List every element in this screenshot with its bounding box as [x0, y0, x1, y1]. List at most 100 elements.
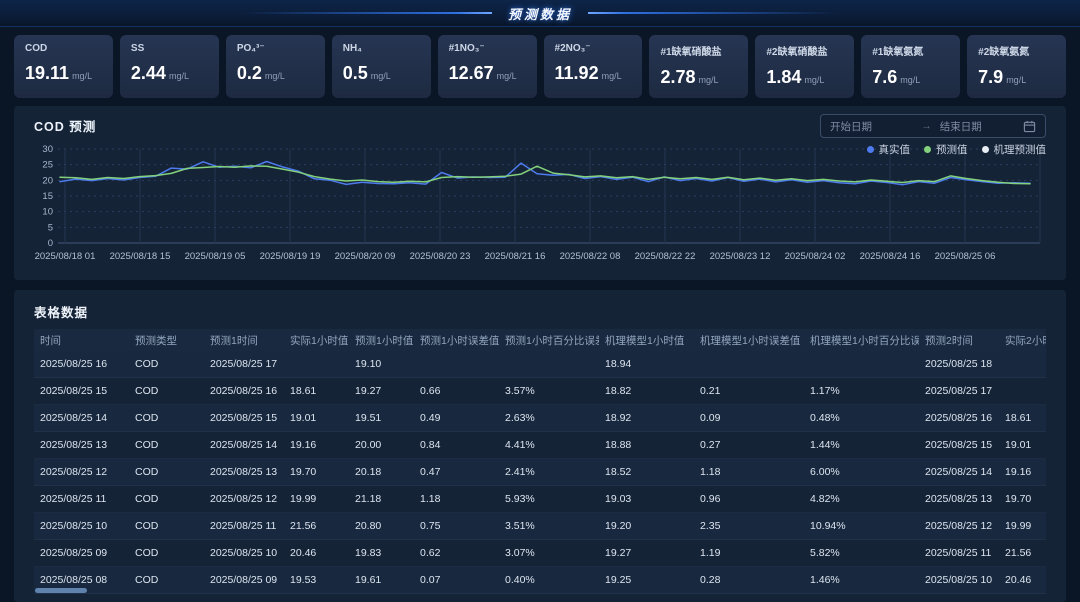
metric-value-row: 0.5mg/L: [343, 63, 420, 84]
metric-value-row: 7.6mg/L: [872, 67, 949, 88]
metric-unit: mg/L: [371, 71, 391, 81]
metric-unit: mg/L: [1006, 75, 1026, 85]
table-cell: 0.09: [694, 412, 804, 424]
table-header-row: 时间预测类型预测1时间实际1小时值预测1小时值预测1小时误差值预测1小时百分比误…: [34, 329, 1046, 351]
legend-item[interactable]: 机理预测值: [982, 142, 1047, 157]
table-cell: 18.61: [999, 412, 1046, 424]
table-cell: COD: [129, 574, 204, 586]
table-column-header: 预测1小时值: [349, 333, 414, 348]
table-cell: COD: [129, 493, 204, 505]
table-cell: 0.28: [694, 574, 804, 586]
svg-text:2025/08/22 22: 2025/08/22 22: [635, 251, 696, 262]
table-cell: 2025/08/25 11: [204, 520, 284, 532]
table-cell: 18.61: [284, 385, 349, 397]
table-cell: 19.99: [999, 520, 1046, 532]
svg-text:25: 25: [42, 160, 53, 171]
table-column-header: 机理模型1小时百分比误差: [804, 333, 919, 348]
table-cell: 18.92: [599, 412, 694, 424]
table-cell: 20.18: [349, 466, 414, 478]
start-date-input[interactable]: 开始日期: [830, 119, 913, 134]
table-cell: 1.18: [694, 466, 804, 478]
table-row: 2025/08/25 16COD2025/08/25 1719.1018.942…: [34, 351, 1046, 378]
table-cell: 2025/08/25 14: [204, 439, 284, 451]
table-cell: 2025/08/25 10: [34, 520, 129, 532]
metric-value-row: 19.11mg/L: [25, 63, 102, 84]
table-column-header: 预测2时间: [919, 333, 999, 348]
table-cell: 21.18: [349, 493, 414, 505]
table-cell: 19.20: [599, 520, 694, 532]
table-row: 2025/08/25 15COD2025/08/25 1618.6119.270…: [34, 378, 1046, 405]
table-row: 2025/08/25 14COD2025/08/25 1519.0119.510…: [34, 405, 1046, 432]
metric-unit: mg/L: [602, 71, 622, 81]
table-cell: COD: [129, 520, 204, 532]
metric-label: #2缺氧氨氮: [978, 43, 1055, 58]
table-cell: 18.94: [599, 358, 694, 370]
table-cell: 19.27: [599, 547, 694, 559]
metric-card: NH₄0.5mg/L: [332, 35, 431, 98]
table-cell: 4.41%: [499, 439, 599, 451]
table-cell: 19.51: [349, 412, 414, 424]
table-cell: 18.82: [599, 385, 694, 397]
table-cell: COD: [129, 358, 204, 370]
metric-label: #2缺氧硝酸盐: [766, 43, 843, 58]
metric-value: 19.11: [25, 63, 69, 83]
table-panel: 表格数据 时间预测类型预测1时间实际1小时值预测1小时值预测1小时误差值预测1小…: [14, 290, 1066, 602]
table-row: 2025/08/25 08COD2025/08/25 0919.5319.610…: [34, 567, 1046, 594]
table-row: 2025/08/25 13COD2025/08/25 1419.1620.000…: [34, 432, 1046, 459]
table-row: 2025/08/25 12COD2025/08/25 1319.7020.180…: [34, 459, 1046, 486]
table-cell: 2025/08/25 12: [204, 493, 284, 505]
metric-label: #1缺氧硝酸盐: [660, 43, 737, 58]
metric-cards: COD19.11mg/LSS2.44mg/LPO₄³⁻0.2mg/LNH₄0.5…: [0, 27, 1080, 98]
metric-card: #1缺氧氨氮 7.6mg/L: [861, 35, 960, 98]
table-cell: 19.01: [999, 439, 1046, 451]
metric-card: #2缺氧硝酸盐1.84mg/L: [755, 35, 854, 98]
table-cell: 2025/08/25 15: [204, 412, 284, 424]
table-column-header: 预测1小时误差值: [414, 333, 499, 348]
table-cell: 1.46%: [804, 574, 919, 586]
table-panel-title: 表格数据: [34, 302, 1046, 321]
table-cell: 2025/08/25 13: [204, 466, 284, 478]
chart-legend: 真实值 预测值 机理预测值: [867, 142, 1047, 157]
legend-item[interactable]: 预测值: [924, 142, 968, 157]
table-cell: 19.16: [999, 466, 1046, 478]
horizontal-scrollbar-thumb[interactable]: [35, 588, 87, 593]
calendar-icon[interactable]: [1023, 120, 1036, 133]
table-cell: 5.93%: [499, 493, 599, 505]
metric-value: 12.67: [449, 63, 494, 83]
metric-value: 0.5: [343, 63, 368, 83]
table-cell: 2025/08/25 16: [204, 385, 284, 397]
svg-text:2025/08/22 08: 2025/08/22 08: [560, 251, 621, 262]
metric-label: #1缺氧氨氮: [872, 43, 949, 58]
metric-label: #1NO₃⁻: [449, 43, 526, 54]
date-range-picker[interactable]: 开始日期 → 结束日期: [820, 114, 1046, 138]
legend-item[interactable]: 真实值: [867, 142, 911, 157]
legend-label: 机理预测值: [994, 142, 1047, 157]
svg-text:2025/08/25 06: 2025/08/25 06: [935, 251, 996, 262]
svg-text:15: 15: [42, 191, 53, 202]
legend-label: 真实值: [879, 142, 911, 157]
svg-text:2025/08/20 23: 2025/08/20 23: [410, 251, 471, 262]
svg-text:2025/08/24 02: 2025/08/24 02: [785, 251, 846, 262]
table-cell: 0.75: [414, 520, 499, 532]
table-cell: 2025/08/25 12: [34, 466, 129, 478]
metric-card: #2缺氧氨氮7.9mg/L: [967, 35, 1066, 98]
svg-text:10: 10: [42, 207, 53, 218]
metric-card: #2NO₃⁻11.92mg/L: [544, 35, 643, 98]
table-cell: 4.82%: [804, 493, 919, 505]
table-cell: 0.96: [694, 493, 804, 505]
svg-text:5: 5: [48, 222, 53, 233]
metric-value: 2.44: [131, 63, 166, 83]
legend-dot-icon: [982, 146, 989, 153]
date-range-arrow-icon: →: [921, 120, 932, 132]
table-cell: 2025/08/25 15: [34, 385, 129, 397]
table-cell: 2.35: [694, 520, 804, 532]
svg-text:2025/08/18 15: 2025/08/18 15: [110, 251, 171, 262]
legend-label: 预测值: [936, 142, 968, 157]
end-date-input[interactable]: 结束日期: [940, 119, 1023, 134]
metric-unit: mg/L: [804, 75, 824, 85]
table-cell: 1.44%: [804, 439, 919, 451]
table-body: 2025/08/25 16COD2025/08/25 1719.1018.942…: [34, 351, 1046, 601]
table-cell: 0.49: [414, 412, 499, 424]
table-cell: 21.56: [284, 520, 349, 532]
table-cell: 2025/08/25 16: [34, 358, 129, 370]
